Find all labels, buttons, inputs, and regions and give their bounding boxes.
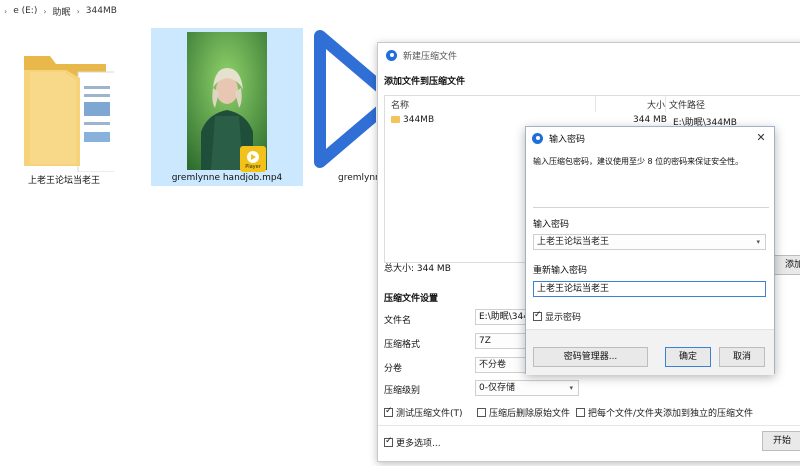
row-name-cell: 344MB — [391, 115, 434, 125]
settings-heading: 压缩文件设置 — [384, 294, 439, 304]
delete-after-checkbox[interactable]: 压缩后删除原始文件 — [477, 406, 570, 419]
confirm-password-label: 重新输入密码 — [533, 266, 588, 276]
password-dialog-title: 输入密码 — [549, 134, 586, 145]
total-size-text: 总大小: 344 MB — [384, 264, 451, 274]
row-size-cell: 344 MB — [633, 115, 667, 125]
more-options-checkbox[interactable]: 更多选项... — [384, 436, 441, 449]
checkbox-checked-icon — [384, 406, 393, 417]
password-manager-button[interactable]: 密码管理器... — [533, 347, 648, 367]
add-button[interactable]: 添加 — [774, 255, 800, 275]
breadcrumb-item-current[interactable]: 344MB — [86, 6, 117, 16]
add-files-heading: 添加文件到压缩文件 — [384, 77, 466, 87]
checkbox-checked-icon — [384, 436, 393, 447]
format-label: 压缩格式 — [384, 340, 421, 350]
compress-dialog-titlebar[interactable]: 新建压缩文件 — [378, 43, 800, 67]
split-select[interactable]: 不分卷 — [475, 357, 527, 373]
test-archive-checkbox[interactable]: 测试压缩文件(T) — [384, 406, 463, 419]
folder-icon — [24, 56, 114, 172]
chevron-down-icon[interactable]: ▾ — [756, 235, 760, 249]
breadcrumb-item-drive[interactable]: e (E:) — [13, 6, 37, 16]
chevron-down-icon: ▾ — [569, 384, 573, 392]
password-dialog: 输入密码 ✕ 输入压缩包密码，建议使用至少 8 位的密码来保证安全性。 输入密码… — [525, 126, 775, 375]
chevron-right-icon: › — [4, 6, 8, 16]
column-header-size[interactable]: 大小 — [647, 98, 665, 111]
divider — [378, 425, 800, 426]
player-badge: Player — [240, 146, 266, 172]
password-dialog-titlebar[interactable]: 输入密码 — [526, 127, 774, 149]
checkbox-unchecked-icon — [576, 408, 585, 417]
password-label: 输入密码 — [533, 220, 570, 230]
chevron-right-icon: › — [76, 6, 80, 16]
filename-label: 文件名 — [384, 316, 412, 326]
checkbox-checked-icon — [533, 310, 542, 321]
level-select[interactable]: 0-仅存储 ▾ — [475, 380, 579, 396]
confirm-password-input[interactable]: 上老王论坛当老王 — [533, 281, 766, 297]
app-logo-icon — [386, 49, 397, 61]
play-icon — [314, 30, 376, 168]
column-header-name[interactable]: 名称 — [391, 98, 409, 111]
chevron-right-icon: › — [43, 6, 47, 16]
player-badge-label: Player — [245, 164, 261, 170]
app-logo-icon — [532, 132, 543, 144]
folder-icon — [391, 116, 400, 123]
checkbox-unchecked-icon — [477, 408, 486, 417]
show-password-checkbox[interactable]: 显示密码 — [533, 310, 581, 323]
format-select[interactable]: 7Z — [475, 333, 527, 349]
start-button[interactable]: 开始 — [762, 431, 800, 451]
video-label: gremlynne handjob.mp4 — [171, 173, 283, 183]
breadcrumb: › e (E:) › 助眠 › 344MB — [0, 0, 800, 22]
split-label: 分卷 — [384, 364, 403, 374]
divider — [533, 207, 769, 208]
password-input[interactable]: 上老王论坛当老王 ▾ — [533, 234, 766, 250]
folder-label: 上老王论坛当老王 — [27, 176, 100, 186]
compress-dialog-title: 新建压缩文件 — [403, 51, 458, 62]
password-dialog-footer: 密码管理器... 确定 取消 — [526, 329, 774, 375]
level-label: 压缩级别 — [384, 386, 421, 396]
password-hint-text: 输入压缩包密码，建议使用至少 8 位的密码来保证安全性。 — [533, 157, 744, 166]
close-icon[interactable]: ✕ — [754, 131, 768, 144]
ok-button[interactable]: 确定 — [665, 347, 711, 367]
cancel-button[interactable]: 取消 — [719, 347, 765, 367]
column-header-path[interactable]: 文件路径 — [669, 98, 705, 111]
explorer-item-video[interactable]: gremlynne — [314, 28, 386, 186]
explorer-item-folder[interactable]: 上老王论坛当老王 — [14, 28, 114, 186]
each-separate-checkbox[interactable]: 把每个文件/文件夹添加到独立的压缩文件 — [576, 406, 753, 419]
breadcrumb-item-folder[interactable]: 助眠 — [53, 5, 71, 18]
explorer-item-video-selected[interactable]: Player gremlynne handjob.mp4 — [151, 28, 303, 186]
